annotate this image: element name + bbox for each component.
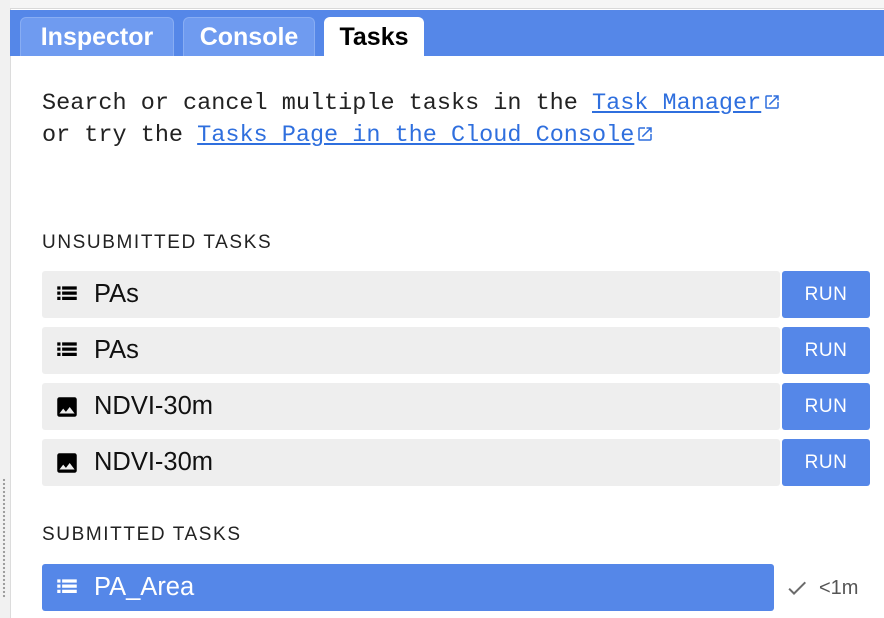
table-icon (57, 578, 77, 593)
external-link-icon (765, 95, 779, 109)
task-name: PAs (94, 336, 139, 364)
run-button[interactable]: RUN (782, 383, 870, 430)
task-name: NDVI-30m (94, 392, 214, 420)
task-row[interactable]: PAs (42, 327, 780, 374)
tab-tasks[interactable]: Tasks (324, 17, 424, 56)
tab-bar: Inspector Console Tasks (10, 10, 884, 56)
image-icon (57, 452, 77, 473)
task-status: <1m (785, 574, 858, 602)
task-name: PAs (94, 280, 139, 308)
submitted-task-row[interactable]: PA_Area (42, 564, 774, 611)
task-elapsed-time: <1m (819, 576, 859, 599)
run-button[interactable]: RUN (782, 271, 870, 318)
top-border (10, 0, 884, 9)
table-icon (57, 341, 77, 356)
tab-console[interactable]: Console (183, 17, 315, 56)
task-row[interactable]: PAs (42, 271, 780, 318)
intro-text-1: Search or cancel multiple tasks in the (42, 90, 592, 117)
task-row[interactable]: NDVI-30m (42, 383, 780, 430)
run-button[interactable]: RUN (782, 327, 870, 374)
resize-grip[interactable] (2, 478, 6, 598)
unsubmitted-tasks-heading: UNSUBMITTED TASKS (42, 232, 273, 253)
run-button[interactable]: RUN (782, 439, 870, 486)
image-icon (57, 396, 77, 417)
task-row[interactable]: NDVI-30m (42, 439, 780, 486)
left-panel-edge (0, 0, 11, 618)
task-name: PA_Area (94, 573, 195, 601)
tab-inspector[interactable]: Inspector (20, 17, 174, 56)
cloud-console-tasks-link[interactable]: Tasks Page in the Cloud Console (197, 122, 634, 149)
external-link-icon (638, 127, 653, 141)
table-icon (57, 285, 77, 300)
tasks-intro-text: Search or cancel multiple tasks in the T… (42, 88, 802, 152)
intro-text-2: or try the (42, 122, 198, 149)
task-name: NDVI-30m (94, 448, 214, 476)
task-manager-link[interactable]: Task Manager (592, 90, 761, 117)
check-icon (788, 581, 806, 595)
submitted-tasks-heading: SUBMITTED TASKS (42, 524, 242, 545)
